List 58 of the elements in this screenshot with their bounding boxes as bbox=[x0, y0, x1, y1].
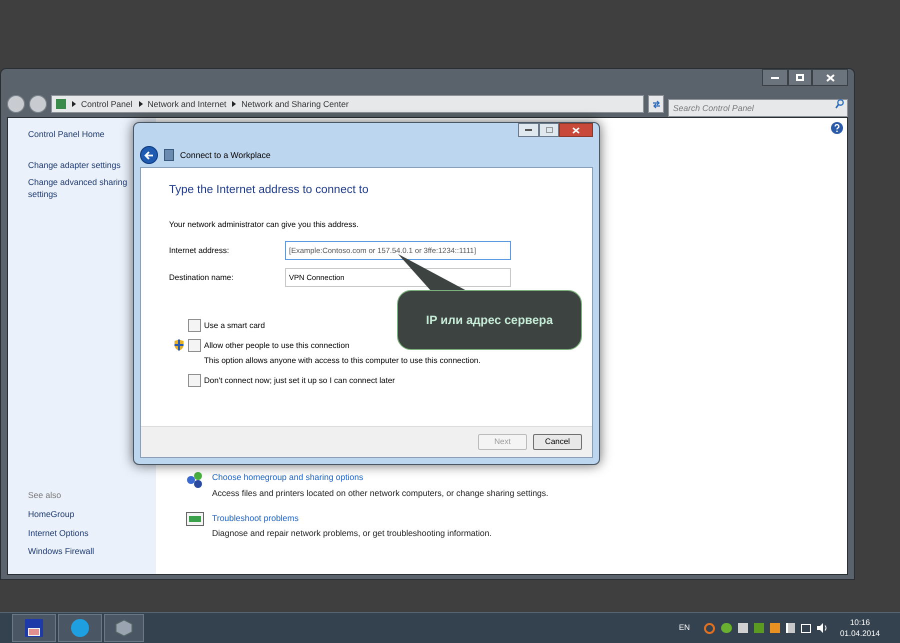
clock-date[interactable]: 01.04.2014 bbox=[840, 628, 880, 639]
task-link[interactable]: Choose homegroup and sharing options bbox=[212, 471, 548, 484]
field-label: Destination name: bbox=[169, 272, 234, 284]
chevron-icon bbox=[72, 101, 76, 107]
sidebar-link[interactable]: HomeGroup bbox=[28, 508, 152, 520]
task-description: Diagnose and repair network problems, or get troubleshooting information. bbox=[212, 527, 492, 540]
troubleshoot-icon bbox=[186, 512, 204, 528]
back-arrow-icon bbox=[144, 150, 154, 160]
breadcrumb-item[interactable]: Network and Internet bbox=[148, 98, 226, 110]
close-icon bbox=[826, 74, 834, 82]
minimize-button[interactable] bbox=[762, 69, 788, 86]
forward-button[interactable] bbox=[29, 95, 47, 113]
close-button[interactable] bbox=[559, 123, 593, 137]
close-icon bbox=[572, 126, 580, 134]
cube-icon bbox=[115, 619, 133, 637]
checkbox[interactable] bbox=[188, 339, 201, 352]
taskbar-app[interactable] bbox=[12, 614, 56, 642]
breadcrumb-item[interactable]: Network and Sharing Center bbox=[241, 98, 349, 110]
maximize-button[interactable] bbox=[788, 69, 812, 86]
language-indicator[interactable]: EN bbox=[678, 622, 690, 634]
workplace-icon bbox=[164, 149, 174, 161]
option-label[interactable]: Allow other people to use this connection bbox=[204, 340, 350, 352]
dialog-heading: Type the Internet address to connect to bbox=[169, 183, 370, 198]
dialog-button[interactable]: Cancel bbox=[533, 434, 582, 450]
address-bar[interactable]: Control Panel Network and Internet Network and Sharing Center bbox=[51, 95, 644, 113]
breadcrumb-item[interactable]: Control Panel bbox=[81, 98, 133, 110]
back-button[interactable] bbox=[140, 146, 158, 164]
callout-text: IP или адрес сервера bbox=[426, 312, 553, 329]
tray-icon[interactable] bbox=[720, 623, 732, 633]
see-also-title: See also bbox=[28, 489, 62, 502]
search-field[interactable]: Search Control Panel bbox=[668, 99, 848, 117]
tray-icon[interactable] bbox=[704, 622, 715, 634]
minimize-button[interactable] bbox=[518, 123, 539, 137]
chevron-icon bbox=[232, 101, 236, 107]
shield-icon bbox=[174, 339, 184, 352]
tray-icon[interactable] bbox=[754, 623, 764, 633]
field-label: Internet address: bbox=[169, 244, 230, 257]
tray-icon[interactable] bbox=[770, 623, 780, 633]
task-link[interactable]: Troubleshoot problems bbox=[212, 512, 492, 524]
refresh-icon bbox=[652, 100, 660, 108]
option-description: This option allows anyone with access to this computer to use this connection. bbox=[203, 355, 481, 368]
tray-icon[interactable] bbox=[738, 623, 748, 633]
help-icon[interactable] bbox=[831, 122, 843, 134]
checkbox[interactable] bbox=[188, 374, 201, 388]
task-description: Access files and printers located on other network computers, or change sharing settings. bbox=[212, 486, 548, 500]
search-icon bbox=[835, 99, 844, 109]
option-label[interactable]: Use a smart card bbox=[204, 320, 265, 332]
chevron-icon bbox=[138, 101, 143, 107]
option-label[interactable]: Don't connect now; just set it up so I can connect later bbox=[204, 374, 395, 387]
clock-time[interactable]: 10:16 bbox=[850, 617, 870, 628]
checkbox[interactable] bbox=[188, 319, 201, 332]
dialog-title: Connect to a Workplace bbox=[180, 148, 271, 162]
sidebar-link[interactable]: Windows Firewall bbox=[28, 545, 152, 558]
sidebar-link[interactable]: Internet Options bbox=[28, 526, 152, 540]
speaker-icon[interactable] bbox=[816, 623, 828, 633]
close-button[interactable] bbox=[812, 69, 848, 86]
intro-text: Your network administrator can give you this address. bbox=[169, 219, 360, 232]
refresh-button[interactable] bbox=[648, 95, 664, 113]
